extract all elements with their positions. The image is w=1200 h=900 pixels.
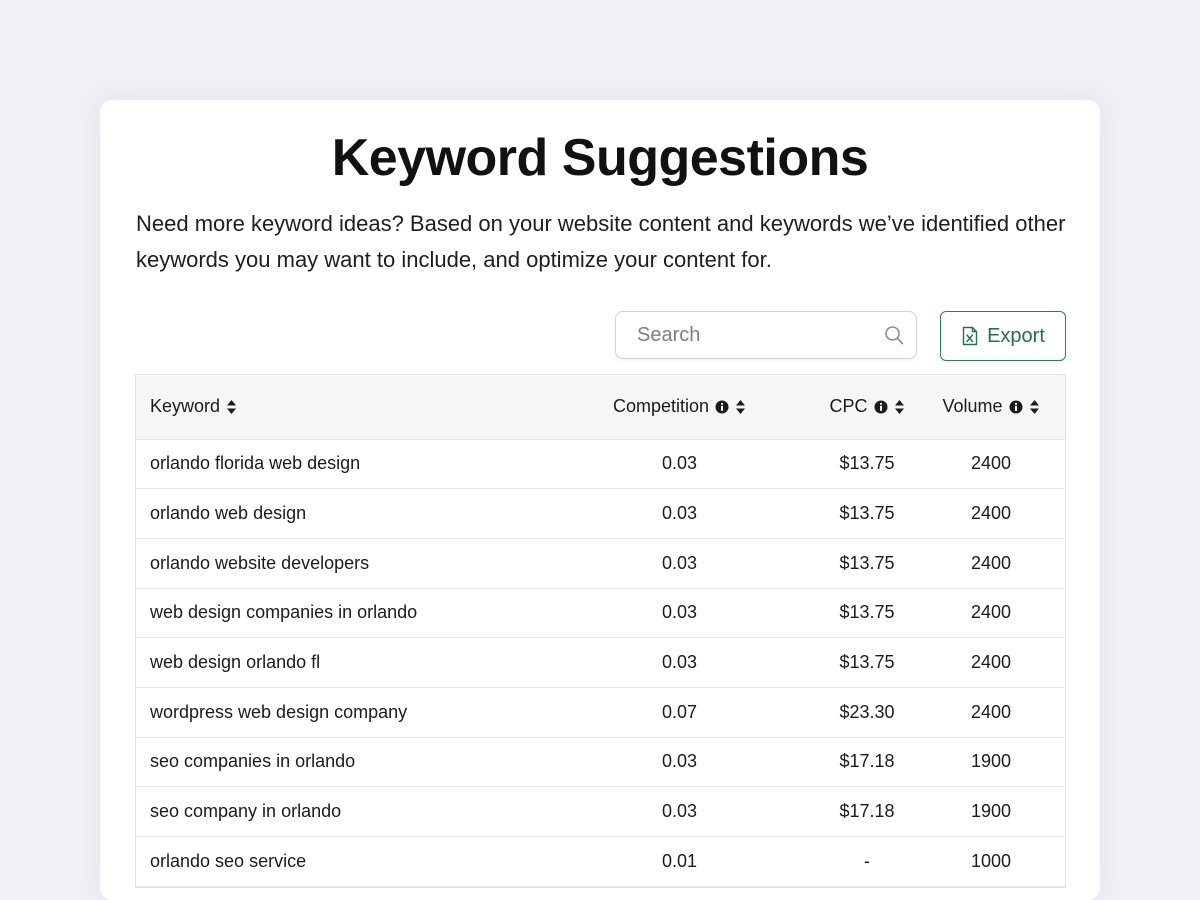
cpc-cell: - <box>817 836 917 887</box>
competition-cell: 0.03 <box>502 786 817 837</box>
column-header-volume[interactable]: Volume <box>917 375 1065 440</box>
info-icon[interactable] <box>715 400 729 414</box>
table-row: seo company in orlando 0.03 $17.18 1900 <box>136 786 1065 837</box>
keyword-cell: orlando website developers <box>136 538 502 589</box>
competition-cell: 0.07 <box>502 687 817 738</box>
cpc-cell: $13.75 <box>817 488 917 539</box>
competition-cell: 0.03 <box>502 488 817 539</box>
info-icon[interactable] <box>1009 400 1023 414</box>
export-label: Export <box>987 324 1045 347</box>
sort-icon[interactable] <box>735 399 746 415</box>
search-box[interactable] <box>615 311 917 359</box>
volume-cell: 2400 <box>917 588 1065 639</box>
competition-cell: 0.03 <box>502 737 817 788</box>
table-row: web design orlando fl 0.03 $13.75 2400 <box>136 637 1065 688</box>
competition-cell: 0.03 <box>502 538 817 589</box>
column-header-competition[interactable]: Competition <box>502 375 817 440</box>
volume-cell: 1900 <box>917 737 1065 788</box>
volume-cell: 2400 <box>917 439 1065 490</box>
volume-cell: 2400 <box>917 488 1065 539</box>
table-header-row: Keyword Competition CPC Volume <box>136 375 1065 440</box>
column-header-label: Keyword <box>150 396 221 417</box>
table-row: orlando web design 0.03 $13.75 2400 <box>136 488 1065 539</box>
keyword-cell: orlando seo service <box>136 836 502 887</box>
volume-cell: 2400 <box>917 637 1065 688</box>
search-icon[interactable] <box>884 325 904 345</box>
column-header-cpc[interactable]: CPC <box>817 375 917 440</box>
keyword-cell: orlando web design <box>136 488 502 539</box>
volume-cell: 2400 <box>917 538 1065 589</box>
keyword-cell: web design companies in orlando <box>136 588 502 639</box>
volume-cell: 1000 <box>917 836 1065 887</box>
cpc-cell: $13.75 <box>817 588 917 639</box>
page-description: Need more keyword ideas? Based on your w… <box>136 211 1066 272</box>
keyword-cell: seo companies in orlando <box>136 737 502 788</box>
sort-icon[interactable] <box>894 399 905 415</box>
competition-cell: 0.03 <box>502 588 817 639</box>
cpc-cell: $13.75 <box>817 538 917 589</box>
cpc-cell: $17.18 <box>817 786 917 837</box>
excel-file-icon <box>962 326 978 346</box>
competition-cell: 0.03 <box>502 439 817 490</box>
sort-icon[interactable] <box>226 399 237 415</box>
table-row: orlando florida web design 0.03 $13.75 2… <box>136 439 1065 490</box>
cpc-cell: $13.75 <box>817 439 917 490</box>
column-header-keyword[interactable]: Keyword <box>136 375 502 440</box>
keyword-cell: orlando florida web design <box>136 439 502 490</box>
table-row: wordpress web design company 0.07 $23.30… <box>136 687 1065 738</box>
sort-icon[interactable] <box>1029 399 1040 415</box>
page-title: Keyword Suggestions <box>331 129 869 187</box>
cpc-cell: $17.18 <box>817 737 917 788</box>
volume-cell: 1900 <box>917 786 1065 837</box>
table-row: web design companies in orlando 0.03 $13… <box>136 588 1065 639</box>
keyword-table: Keyword Competition CPC Volume orlando f… <box>135 374 1066 888</box>
volume-cell: 2400 <box>917 687 1065 738</box>
column-header-label: Volume <box>942 396 1003 417</box>
keyword-cell: seo company in orlando <box>136 786 502 837</box>
table-row: orlando website developers 0.03 $13.75 2… <box>136 538 1065 589</box>
column-header-label: CPC <box>829 396 868 417</box>
cpc-cell: $23.30 <box>817 687 917 738</box>
cpc-cell: $13.75 <box>817 637 917 688</box>
export-button[interactable]: Export <box>940 311 1066 361</box>
competition-cell: 0.01 <box>502 836 817 887</box>
table-row: orlando seo service 0.01 - 1000 <box>136 836 1065 887</box>
table-row: seo companies in orlando 0.03 $17.18 190… <box>136 737 1065 788</box>
column-header-label: Competition <box>612 396 710 417</box>
search-input[interactable] <box>616 312 877 358</box>
competition-cell: 0.03 <box>502 637 817 688</box>
keyword-cell: web design orlando fl <box>136 637 502 688</box>
info-icon[interactable] <box>874 400 888 414</box>
keyword-cell: wordpress web design company <box>136 687 502 738</box>
